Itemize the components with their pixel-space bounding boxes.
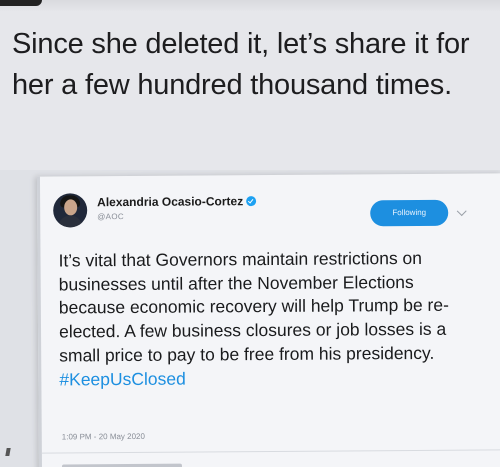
- verified-icon: [246, 196, 257, 207]
- cursor-mark: [5, 448, 11, 456]
- post-caption: Since she deleted it, let’s share it for…: [12, 28, 470, 101]
- following-button[interactable]: Following: [370, 199, 449, 227]
- author-name[interactable]: Alexandria Ocasio-Cortez: [97, 194, 257, 210]
- tweet-body: It’s vital that Governors maintain restr…: [58, 247, 449, 366]
- tweet-text: It’s vital that Governors maintain restr…: [58, 247, 479, 392]
- author-name-text: Alexandria Ocasio-Cortez: [97, 194, 244, 210]
- tweet-stats-row: [61, 463, 183, 467]
- cropped-header: [0, 0, 500, 12]
- cropped-app-icon: [0, 0, 42, 6]
- hashtag-link[interactable]: #KeepUsClosed: [59, 368, 186, 389]
- tweet-timestamp[interactable]: 1:09 PM - 20 May 2020: [62, 432, 145, 442]
- avatar[interactable]: [53, 193, 88, 228]
- divider: [41, 449, 500, 454]
- chevron-down-icon[interactable]: [456, 206, 467, 217]
- author-handle[interactable]: @AOC: [97, 212, 124, 221]
- tweet-card: Alexandria Ocasio-Cortez @AOC Following …: [36, 173, 500, 467]
- tweet-photo: Alexandria Ocasio-Cortez @AOC Following …: [0, 170, 500, 467]
